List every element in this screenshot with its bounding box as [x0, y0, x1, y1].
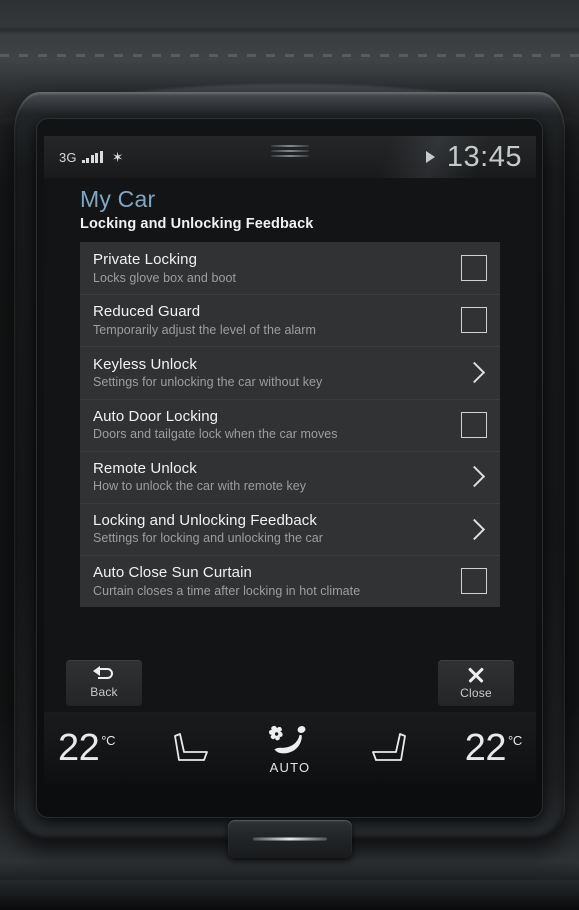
checkbox-reduced-guard[interactable]	[461, 307, 487, 334]
home-button-indicator	[252, 837, 327, 841]
list-item-text: Reduced Guard Temporarily adjust the lev…	[93, 303, 448, 337]
list-item-text: Keyless Unlock Settings for unlocking th…	[93, 356, 448, 390]
list-item[interactable]: Remote Unlock How to unlock the car with…	[80, 450, 500, 503]
chevron-right-icon[interactable]	[463, 361, 485, 384]
settings-list: Private Locking Locks glove box and boot…	[80, 242, 500, 608]
clock-label: 13:45	[446, 140, 522, 173]
passenger-temperature[interactable]: 22 °C	[464, 726, 523, 769]
passenger-temp-value: 22	[464, 726, 507, 769]
driver-temp-value: 22	[58, 726, 100, 769]
close-button[interactable]: Close	[438, 660, 514, 706]
driver-seat-icon[interactable]	[169, 730, 213, 766]
home-button[interactable]	[227, 820, 352, 858]
list-item[interactable]: Private Locking Locks glove box and boot	[80, 242, 500, 294]
list-item-subtitle: Settings for unlocking the car without k…	[93, 374, 323, 389]
list-item-text: Auto Door Locking Doors and tailgate loc…	[93, 408, 448, 442]
passenger-seat-icon[interactable]	[367, 730, 411, 766]
play-icon[interactable]	[425, 151, 435, 163]
checkbox-auto-door-locking[interactable]	[461, 411, 487, 438]
list-item-text: Private Locking Locks glove box and boot	[93, 251, 448, 285]
action-bar: Back Close	[44, 660, 536, 712]
dashboard-surround: 3G ✶ 13:45 My Car Locking and Unlocking …	[0, 0, 579, 910]
status-bar-left: 3G ✶	[59, 150, 123, 165]
list-item[interactable]: Locking and Unlocking Feedback Settings …	[80, 502, 500, 555]
dashboard-lower-trim	[0, 880, 579, 910]
list-item-control[interactable]	[448, 518, 500, 540]
fan-airflow-icon	[268, 725, 306, 754]
leather-stitch-trim	[0, 54, 579, 57]
speaker-grille	[271, 145, 309, 160]
list-item-control[interactable]	[448, 411, 500, 438]
passenger-temp-unit: °C	[508, 732, 522, 748]
list-item-control[interactable]	[448, 466, 500, 488]
list-item-subtitle: Doors and tailgate lock when the car mov…	[93, 427, 338, 442]
chevron-right-icon[interactable]	[463, 518, 485, 540]
list-item-title: Auto Close Sun Curtain	[93, 564, 252, 582]
driver-temperature[interactable]: 22 °C	[58, 726, 116, 769]
list-item-subtitle: Temporarily adjust the level of the alar…	[93, 322, 316, 337]
list-item-control[interactable]	[448, 568, 500, 595]
chevron-right-icon[interactable]	[463, 466, 485, 488]
page-subtitle: Locking and Unlocking Feedback	[80, 216, 314, 232]
list-item-control[interactable]	[448, 361, 500, 384]
list-item-text: Locking and Unlocking Feedback Settings …	[93, 512, 448, 546]
auto-mode-label: AUTO	[269, 760, 311, 775]
list-item[interactable]: Keyless Unlock Settings for unlocking th…	[80, 346, 500, 398]
status-bar-right: 13:45	[425, 140, 522, 174]
climate-control-bar: 22 °C AUTO 22 °C	[44, 712, 536, 784]
page-header: My Car Locking and Unlocking Feedback	[44, 178, 536, 242]
list-item-subtitle: How to unlock the car with remote key	[93, 479, 307, 494]
page-title: My Car	[80, 186, 156, 212]
infotainment-screen: 3G ✶ 13:45 My Car Locking and Unlocking …	[44, 136, 536, 784]
back-button[interactable]: Back	[66, 660, 142, 706]
checkbox-private-locking[interactable]	[461, 255, 487, 282]
list-item-subtitle: Curtain closes a time after locking in h…	[93, 583, 361, 598]
checkbox-auto-close-sun-curtain[interactable]	[461, 568, 487, 595]
list-item-control[interactable]	[448, 307, 500, 334]
list-item[interactable]: Reduced Guard Temporarily adjust the lev…	[80, 294, 500, 346]
list-item-title: Private Locking	[93, 251, 198, 269]
signal-strength-icon	[81, 151, 103, 163]
list-item-subtitle: Settings for locking and unlocking the c…	[93, 531, 324, 546]
list-item-title: Locking and Unlocking Feedback	[93, 512, 317, 530]
list-item-title: Keyless Unlock	[93, 355, 197, 373]
list-item[interactable]: Auto Door Locking Doors and tailgate loc…	[80, 398, 500, 451]
driver-temp-unit: °C	[101, 732, 116, 748]
network-type-label: 3G	[59, 149, 77, 165]
back-arrow-icon	[93, 665, 115, 683]
list-item-subtitle: Locks glove box and boot	[93, 270, 236, 285]
fan-auto-control[interactable]: AUTO	[266, 723, 314, 775]
list-item-title: Remote Unlock	[93, 460, 197, 478]
list-item-title: Reduced Guard	[93, 303, 201, 321]
status-bar: 3G ✶ 13:45	[44, 136, 536, 178]
close-x-icon	[467, 666, 485, 684]
list-item-text: Auto Close Sun Curtain Curtain closes a …	[93, 564, 448, 598]
bluetooth-icon: ✶	[111, 149, 124, 165]
list-item[interactable]: Auto Close Sun Curtain Curtain closes a …	[80, 555, 500, 607]
list-item-text: Remote Unlock How to unlock the car with…	[93, 460, 448, 494]
list-item-control[interactable]	[448, 255, 500, 282]
back-button-label: Back	[90, 684, 118, 699]
list-item-title: Auto Door Locking	[93, 407, 219, 425]
close-button-label: Close	[460, 686, 492, 700]
